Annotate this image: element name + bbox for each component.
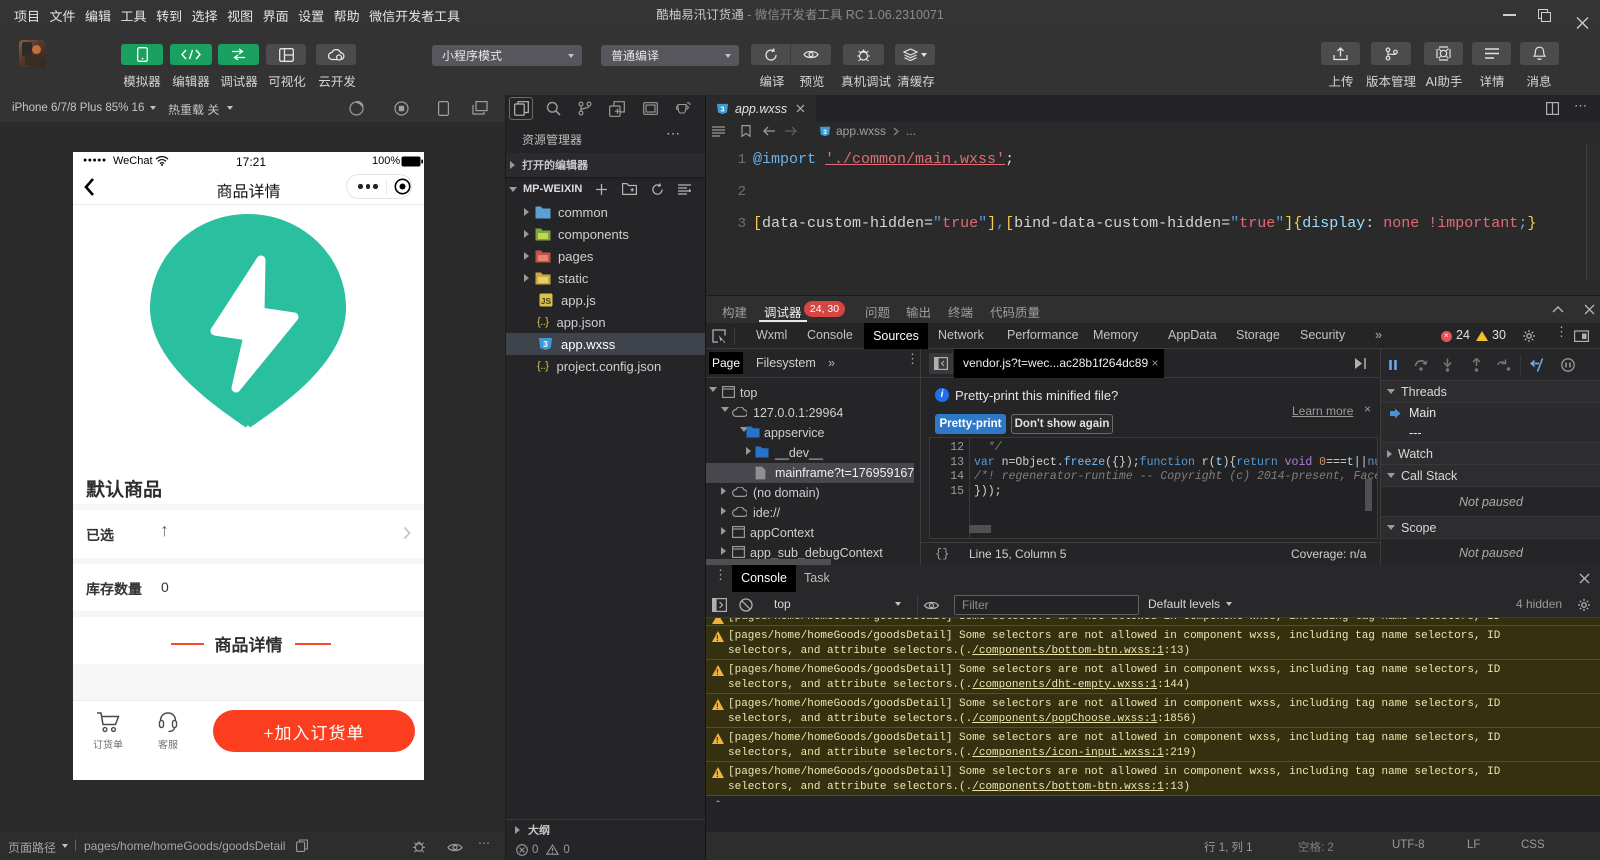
svg-text:3: 3 xyxy=(823,128,827,135)
svg-text:3: 3 xyxy=(720,104,724,113)
svg-text:3: 3 xyxy=(543,339,548,349)
svg-text:JS: JS xyxy=(541,296,552,306)
